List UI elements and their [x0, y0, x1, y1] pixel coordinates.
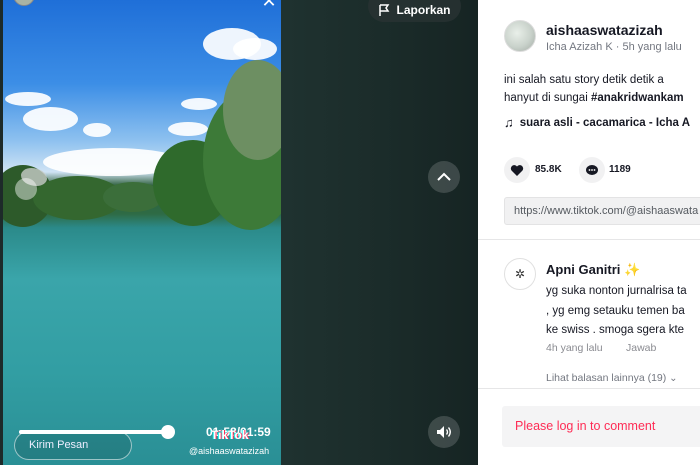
comment-line-3: ke swiss . smoga sgera kte — [546, 324, 685, 336]
view-more-replies-label: Lihat balasan lainnya (19) — [546, 372, 667, 384]
video-frame[interactable]: ✕ Kirim Pesan 01:58/01:59 TikTok @aishaa… — [3, 0, 281, 465]
previous-video-button[interactable] — [428, 161, 460, 193]
author-display-name: Icha Azizah K — [546, 41, 613, 53]
author-avatar[interactable] — [504, 20, 536, 52]
like-count: 85.8K — [535, 164, 562, 175]
cloud — [233, 38, 277, 60]
comment-line-2: , yg emg setauku temen ba — [546, 304, 685, 317]
video-player-area: ✕ Kirim Pesan 01:58/01:59 TikTok @aishaa… — [0, 0, 478, 465]
flag-icon — [379, 3, 390, 16]
comment-line-1: yg suka nonton jurnalrisa ta — [546, 285, 687, 297]
progress-bar[interactable] — [19, 425, 175, 439]
volume-button[interactable] — [428, 416, 460, 448]
cloud — [181, 98, 217, 110]
post-time: 5h yang lalu — [622, 41, 682, 53]
commenter-name[interactable]: Apni Ganitri ✨ — [546, 262, 640, 278]
author-username[interactable]: aishaaswatazizah — [546, 22, 663, 38]
comment-button[interactable] — [579, 157, 605, 183]
music-title: suara asli - cacamarica - Icha A — [519, 116, 691, 129]
comment-text: yg suka nonton jurnalrisa ta , yg emg se… — [546, 282, 700, 341]
comment-count: 1189 — [609, 164, 631, 175]
tiktok-watermark-logo: TikTok — [211, 428, 249, 442]
chevron-up-icon — [437, 172, 451, 181]
music-link[interactable]: ♫ suara asli - cacamarica - Icha A — [504, 115, 690, 130]
login-to-comment-bar[interactable]: Please log in to comment — [502, 406, 700, 447]
music-note-icon: ♫ — [504, 115, 514, 130]
login-prompt-link[interactable]: Please log in to comment — [515, 419, 655, 433]
cloud — [5, 92, 51, 106]
divider — [478, 239, 700, 240]
watermark-username: @aishaaswatazizah — [189, 446, 270, 456]
close-icon[interactable]: ✕ — [258, 0, 280, 10]
caption-line-2: hanyut di sungai #anakridwankam — [504, 89, 700, 107]
commenter-name-text: Apni Ganitri — [546, 262, 621, 277]
reply-button[interactable]: Jawab — [626, 342, 656, 354]
caption-text: hanyut di sungai — [504, 92, 591, 104]
details-panel: aishaaswatazizah Icha Azizah K · 5h yang… — [478, 0, 700, 465]
comment-time: 4h yang lalu — [546, 342, 603, 354]
view-more-replies-button[interactable]: Lihat balasan lainnya (19) ⌄ — [546, 372, 678, 384]
speaker-icon — [437, 426, 451, 438]
post-caption: ini salah satu story detik detik a hanyu… — [504, 71, 700, 107]
cloud — [23, 107, 78, 131]
video-link-field[interactable]: https://www.tiktok.com/@aishaaswata — [504, 197, 700, 225]
chevron-down-icon: ⌄ — [669, 373, 678, 384]
like-button[interactable] — [504, 157, 530, 183]
caption-line-1: ini salah satu story detik detik a — [504, 74, 664, 86]
hashtag-link[interactable]: #anakridwankam — [591, 92, 684, 104]
send-message-field[interactable]: Kirim Pesan — [14, 431, 132, 460]
report-button[interactable]: Laporkan — [368, 0, 461, 22]
divider — [478, 388, 700, 389]
uploader-avatar[interactable] — [13, 0, 35, 6]
report-label: Laporkan — [396, 3, 451, 17]
heart-icon — [510, 164, 524, 176]
cloud — [83, 123, 111, 137]
cloud — [168, 122, 208, 136]
author-subline: Icha Azizah K · 5h yang lalu — [546, 41, 682, 53]
sparkle-emoji: ✨ — [624, 262, 641, 277]
progress-fill — [19, 430, 168, 434]
progress-knob[interactable] — [160, 425, 175, 439]
commenter-avatar[interactable]: ✲ — [504, 258, 536, 290]
comment-bubble-icon — [586, 164, 598, 175]
side-indicator-dot — [15, 178, 37, 200]
